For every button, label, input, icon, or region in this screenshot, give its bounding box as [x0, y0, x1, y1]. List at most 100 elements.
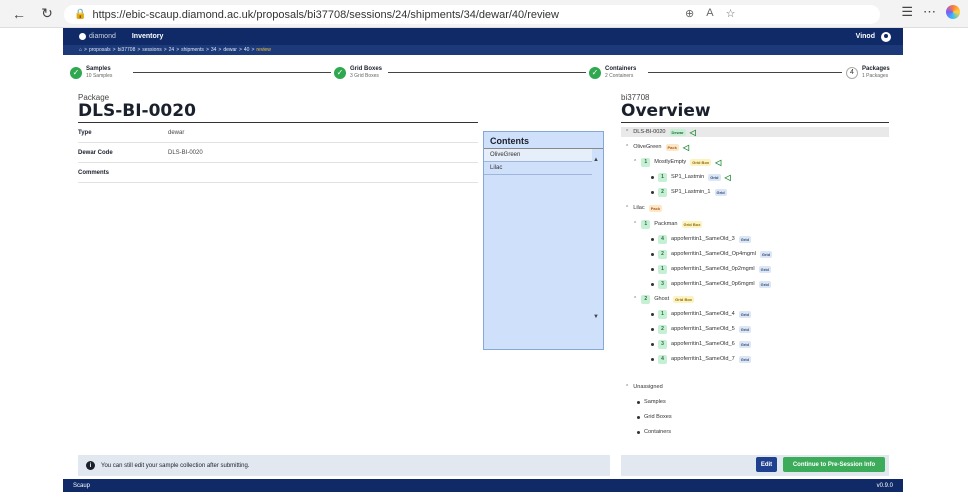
type-tag: Grid	[738, 325, 751, 333]
diamond-logo[interactable]: diamond	[79, 33, 116, 40]
contents-panel: Contents OliveGreen Lilac ▲ ▼	[483, 131, 604, 350]
unassigned-item[interactable]: Containers	[637, 427, 671, 437]
continue-button[interactable]: Continue to Pre-Session Info	[783, 457, 885, 472]
edit-button[interactable]: Edit	[756, 457, 777, 472]
type-tag: Grid Box	[690, 158, 712, 166]
address-bar[interactable]: 🔒 https://ebic-scaup.diamond.ac.uk/propo…	[64, 5, 880, 24]
bullet-icon	[651, 282, 654, 286]
tree-leaf[interactable]: 3 appoferritin1_SameOld_6 Grid	[651, 339, 751, 349]
pointer-arrow-icon: ◁	[724, 172, 731, 182]
bullet-icon	[651, 237, 654, 241]
field-dewar-code: Dewar Code DLS-BI-0020	[78, 143, 478, 163]
tree-leaf[interactable]: 4 appoferritin1_SameOld_7 Grid	[651, 354, 751, 364]
home-icon[interactable]: ⌂	[79, 47, 82, 53]
crumb-dewar[interactable]: dewar	[223, 47, 237, 53]
nav-inventory[interactable]: Inventory	[132, 33, 164, 40]
extensions-icon[interactable]: ⋯	[923, 4, 936, 20]
bullet-icon	[651, 252, 654, 256]
unassigned-item[interactable]: Grid Boxes	[637, 412, 672, 422]
copilot-icon[interactable]	[946, 5, 960, 19]
tree-leaf[interactable]: 1 appoferritin1_SameOld_0p2mgml Grid	[651, 264, 771, 274]
bullet-icon	[637, 400, 640, 404]
field-type: Type dewar	[78, 123, 478, 143]
progress-stepper: ✓ Samples 10 Samples ✓ Grid Boxes 3 Grid B…	[63, 61, 903, 89]
bullet-icon	[637, 430, 640, 434]
bullet-icon	[637, 415, 640, 419]
bullet-icon	[651, 175, 654, 179]
tree-node[interactable]: ⌃ Lilac Pack	[625, 203, 663, 213]
type-tag: Dewar	[669, 128, 686, 136]
step-grid-boxes[interactable]: ✓ Grid Boxes 3 Grid Boxes	[334, 66, 382, 79]
arrow-left-icon[interactable]: ←	[8, 3, 30, 25]
tree-root[interactable]: ⌃ DLS-BI-0020 Dewar ◁	[621, 127, 889, 137]
app-header: diamond Inventory Vinod	[63, 28, 903, 45]
chevron-up-icon[interactable]: ⌃	[625, 144, 629, 150]
type-tag: Grid	[738, 355, 751, 363]
type-tag: Grid	[714, 188, 727, 196]
user-menu[interactable]: Vinod	[856, 31, 891, 42]
chevron-up-icon[interactable]: ⌃	[633, 296, 637, 302]
crumb-shipment-id[interactable]: 34	[211, 47, 217, 53]
chevron-up-icon[interactable]: ⌃	[625, 205, 629, 211]
bullet-icon	[651, 267, 654, 271]
scrollbar[interactable]: ▲ ▼	[592, 154, 601, 344]
tree-leaf[interactable]: 1 appoferritin1_SameOld_4 Grid	[651, 309, 751, 319]
crumb-sessions[interactable]: sessions	[142, 47, 161, 53]
info-banner: i You can still edit your sample collect…	[78, 455, 610, 476]
tree-leaf[interactable]: 2 appoferritin1_SameOld_5 Grid	[651, 324, 751, 334]
chevron-up-icon[interactable]: ⌃	[625, 384, 629, 390]
lock-icon: 🔒	[74, 9, 87, 20]
favorites-icon[interactable]: ☰	[901, 4, 913, 20]
chevron-up-icon[interactable]: ⌃	[633, 221, 637, 227]
chevron-up-icon[interactable]: ⌃	[625, 129, 629, 135]
type-tag: Grid	[738, 235, 751, 243]
check-icon: ✓	[70, 66, 82, 79]
crumb-dewar-id[interactable]: 40	[244, 47, 250, 53]
contents-item[interactable]: OliveGreen	[484, 149, 592, 162]
tree-node[interactable]: ⌃ 1 Packman Grid Box	[633, 219, 703, 229]
step-containers[interactable]: ✓ Containers 2 Containers	[589, 66, 636, 79]
tree-unassigned[interactable]: ⌃ Unassigned	[625, 382, 663, 392]
check-icon: ✓	[589, 66, 601, 79]
tree-leaf[interactable]: 3 appoferritin1_SameOld_0p6mgml Grid	[651, 279, 771, 289]
info-icon: i	[86, 461, 95, 470]
chevron-up-icon[interactable]: ⌃	[633, 159, 637, 165]
bullet-icon	[651, 190, 654, 194]
step-packages[interactable]: 4 Packages 1 Packages	[846, 66, 890, 79]
favorite-star-icon[interactable]: ☆	[726, 7, 736, 20]
read-aloud-icon[interactable]: A	[706, 7, 713, 20]
scroll-up-icon[interactable]: ▲	[593, 157, 599, 163]
tree-node[interactable]: ⌃ 1 MostlyEmpty Grid Box ◁	[633, 157, 721, 167]
contents-item[interactable]: Lilac	[484, 162, 592, 175]
crumb-proposal-id[interactable]: bi37708	[118, 47, 136, 53]
contents-title: Contents	[484, 132, 603, 149]
app-version: v0.9.0	[876, 482, 893, 489]
pointer-arrow-icon: ◁	[689, 127, 696, 137]
tree-node[interactable]: ⌃ 2 Ghost Grid Box	[633, 294, 695, 304]
logo-icon	[79, 33, 86, 40]
refresh-icon[interactable]: ↻	[36, 3, 58, 25]
scroll-down-icon[interactable]: ▼	[593, 314, 599, 320]
tree-leaf[interactable]: 2 appoferritin1_SameOld_Op4mgml Grid	[651, 249, 773, 259]
crumb-shipments[interactable]: shipments	[181, 47, 204, 53]
pointer-arrow-icon: ◁	[682, 142, 689, 152]
bullet-icon	[651, 342, 654, 346]
type-tag: Grid Box	[681, 220, 703, 228]
tree-leaf[interactable]: 1 SP1_Lastmin Grid ◁	[651, 172, 731, 182]
tree-leaf[interactable]: 4 appoferritin1_SameOld_3 Grid	[651, 234, 751, 244]
unassigned-item[interactable]: Samples	[637, 397, 666, 407]
type-tag: Grid	[738, 310, 751, 318]
zoom-icon[interactable]: ⊕	[685, 7, 694, 20]
bullet-icon	[651, 357, 654, 361]
type-tag: Grid	[738, 340, 751, 348]
type-tag: Grid	[758, 280, 771, 288]
tree-node[interactable]: ⌃ OliveGreen Pack ◁	[625, 142, 689, 152]
tree-leaf[interactable]: 2 SP1_Lastmin_1 Grid	[651, 187, 727, 197]
type-tag: Grid	[708, 173, 721, 181]
check-icon: ✓	[334, 66, 346, 79]
bullet-icon	[651, 312, 654, 316]
crumb-proposals[interactable]: proposals	[89, 47, 111, 53]
browser-toolbar: ← ↻ 🔒 https://ebic-scaup.diamond.ac.uk/p…	[0, 0, 968, 28]
step-samples[interactable]: ✓ Samples 10 Samples	[70, 66, 112, 79]
crumb-session-id[interactable]: 24	[169, 47, 175, 53]
